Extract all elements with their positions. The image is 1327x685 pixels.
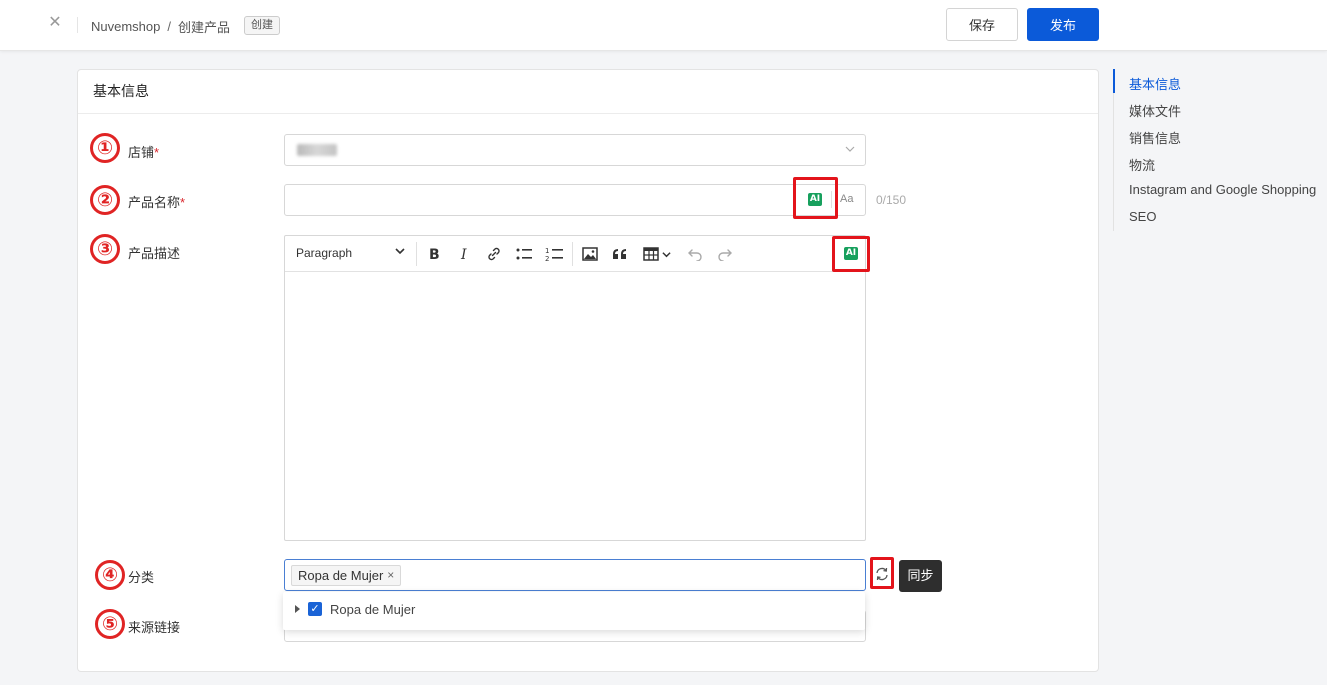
- card-title: 基本信息: [78, 70, 1098, 114]
- toolbar-divider: [416, 242, 417, 266]
- step-number-5: ⑤: [95, 609, 125, 639]
- category-select[interactable]: Ropa de Mujer ×: [284, 559, 866, 591]
- nav-item-basic-info[interactable]: 基本信息: [1129, 74, 1181, 93]
- blurred-store-value: [297, 144, 337, 156]
- char-counter: 0/150: [876, 193, 907, 207]
- source-link-label: 来源链接: [128, 620, 181, 635]
- italic-icon[interactable]: I: [453, 243, 475, 265]
- sync-tooltip: 同步: [899, 560, 942, 592]
- highlight-box-ai-name: [793, 177, 838, 219]
- nav-item-instagram-google[interactable]: Instagram and Google Shopping: [1129, 182, 1316, 197]
- breadcrumb-root[interactable]: Nuvemshop: [91, 19, 160, 34]
- svg-text:2: 2: [545, 255, 549, 262]
- top-header: ✕ Nuvemshop / 创建产品 创建 保存 发布: [0, 0, 1327, 51]
- bullet-list-icon[interactable]: [513, 243, 535, 265]
- category-label: 分类: [128, 570, 155, 585]
- nav-item-shipping[interactable]: 物流: [1129, 155, 1155, 174]
- product-name-label: 产品名称*: [128, 192, 185, 211]
- active-indicator: [1113, 69, 1115, 93]
- close-icon[interactable]: ×: [387, 566, 394, 585]
- highlight-box-ai-description: [832, 236, 870, 272]
- step-number-3: ③: [90, 234, 120, 264]
- status-badge: 创建: [244, 16, 280, 35]
- close-icon[interactable]: ✕: [46, 14, 64, 32]
- editor-toolbar: Paragraph B I 12 AI: [285, 236, 865, 272]
- svg-text:I: I: [460, 247, 467, 261]
- numbered-list-icon[interactable]: 12: [543, 243, 565, 265]
- nav-item-seo[interactable]: SEO: [1129, 209, 1156, 224]
- publish-button[interactable]: 发布: [1027, 8, 1099, 41]
- step-number-4: ④: [95, 560, 125, 590]
- category-option[interactable]: Ropa de Mujer: [330, 602, 415, 617]
- category-dropdown: ✓ Ropa de Mujer: [283, 592, 865, 630]
- svg-text:B: B: [429, 247, 440, 261]
- chevron-down-icon[interactable]: [395, 245, 405, 259]
- undo-icon[interactable]: [684, 243, 706, 265]
- checkbox-checked-icon[interactable]: ✓: [308, 602, 322, 616]
- breadcrumb-separator: /: [167, 19, 171, 34]
- required-mark: *: [154, 145, 160, 160]
- category-tag: Ropa de Mujer ×: [291, 565, 402, 586]
- image-icon[interactable]: [579, 243, 601, 265]
- store-label: 店铺*: [128, 142, 159, 161]
- highlight-box-sync: [870, 557, 894, 589]
- redo-icon[interactable]: [714, 243, 736, 265]
- description-label: 产品描述: [128, 246, 181, 261]
- bold-icon[interactable]: B: [423, 243, 445, 265]
- store-select[interactable]: [284, 134, 866, 166]
- category-tag-label: Ropa de Mujer: [298, 568, 384, 583]
- store-label-text: 店铺: [128, 145, 155, 160]
- quote-icon[interactable]: [609, 243, 631, 265]
- save-button[interactable]: 保存: [946, 8, 1018, 41]
- section-nav: 基本信息 媒体文件 销售信息 物流 Instagram and Google S…: [1113, 69, 1323, 231]
- step-number-2: ②: [90, 185, 120, 215]
- paragraph-format-select[interactable]: Paragraph: [296, 246, 352, 260]
- toolbar-divider: [572, 242, 573, 266]
- step-number-1: ①: [90, 133, 120, 163]
- breadcrumb-current: 创建产品: [178, 20, 231, 35]
- link-icon[interactable]: [483, 243, 505, 265]
- chevron-down-icon: [845, 144, 855, 157]
- svg-text:1: 1: [545, 247, 549, 255]
- header-divider: [77, 17, 78, 33]
- product-name-input[interactable]: [284, 184, 866, 216]
- required-mark: *: [180, 195, 186, 210]
- breadcrumb: Nuvemshop / 创建产品: [91, 17, 230, 36]
- text-case-icon[interactable]: Aa: [840, 193, 853, 205]
- product-name-label-text: 产品名称: [128, 195, 181, 210]
- chevron-down-icon[interactable]: [659, 243, 673, 265]
- nav-item-media[interactable]: 媒体文件: [1129, 101, 1181, 120]
- description-editor[interactable]: Paragraph B I 12 AI: [284, 235, 866, 541]
- nav-item-sales[interactable]: 销售信息: [1129, 128, 1181, 147]
- caret-right-icon[interactable]: [295, 605, 300, 613]
